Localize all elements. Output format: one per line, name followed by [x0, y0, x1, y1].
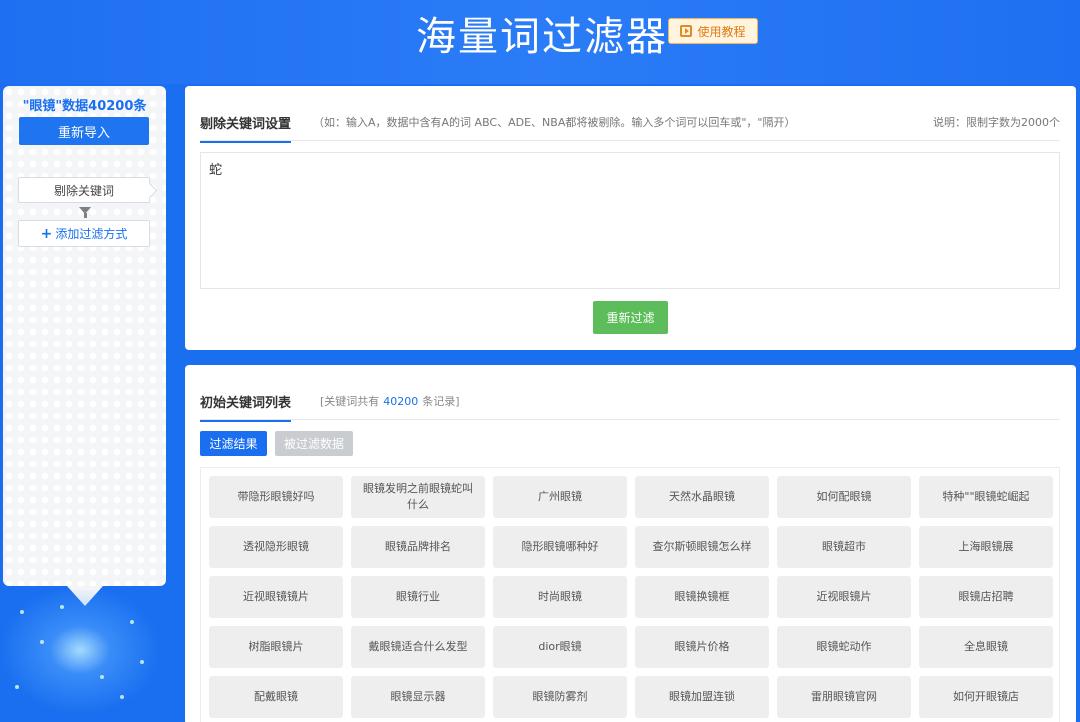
count-suffix: 条记录]: [422, 395, 460, 408]
keyword-grid-container: 带隐形眼镜好吗 眼镜发明之前眼镜蛇叫什么 广州眼镜 天然水晶眼镜 如何配眼镜 特种""眼镜…: [200, 467, 1060, 722]
panel-hint: （如：输入A，数据中含有A的词 ABC、ADE、NBA都将被剔除。输入多个词可以…: [313, 116, 796, 129]
filter-step-remove-keywords[interactable]: 剔除关键词: [18, 177, 150, 203]
keyword-item[interactable]: 时尚眼镜: [493, 576, 627, 618]
keyword-item[interactable]: 近视眼镜片: [777, 576, 911, 618]
decorative-glow: [0, 590, 170, 722]
panel-title: 初始关键词列表: [200, 392, 292, 422]
keyword-item[interactable]: dior眼镜: [493, 626, 627, 668]
keyword-item[interactable]: 戴眼镜适合什么发型: [351, 626, 485, 668]
keyword-item[interactable]: 上海眼镜展: [919, 526, 1053, 568]
tutorial-button[interactable]: 使用教程: [668, 18, 758, 44]
keyword-item[interactable]: 眼镜换镜框: [635, 576, 769, 618]
keyword-item[interactable]: 透视隐形眼镜: [209, 526, 343, 568]
count-prefix: [关键词共有: [320, 395, 380, 408]
data-count-label: "眼镜"数据40200条: [22, 99, 147, 114]
video-icon: [680, 25, 693, 37]
keyword-item[interactable]: 全息眼镜: [919, 626, 1053, 668]
panel-header: 初始关键词列表 [关键词共有 40200 条记录]: [200, 390, 1060, 422]
keyword-item[interactable]: 特种""眼镜蛇崛起: [919, 476, 1053, 518]
sidebar: "眼镜"数据40200条 重新导入 剔除关键词 + 添加过滤方式: [3, 86, 166, 606]
remove-keyword-input[interactable]: [200, 152, 1060, 289]
tab-filtered-data[interactable]: 被过滤数据: [275, 431, 353, 456]
remove-keyword-panel: 剔除关键词设置 （如：输入A，数据中含有A的词 ABC、ADE、NBA都将被剔除…: [185, 86, 1076, 350]
app-header: 海量词过滤器 使用教程: [0, 0, 1080, 84]
tutorial-label: 使用教程: [697, 24, 746, 39]
tab-filter-result[interactable]: 过滤结果: [200, 431, 267, 456]
add-filter-button[interactable]: + 添加过滤方式: [18, 220, 150, 247]
keyword-item[interactable]: 眼镜加盟连锁: [635, 676, 769, 718]
plus-icon: +: [40, 225, 53, 242]
filter-step-label: 剔除关键词: [53, 183, 114, 198]
keyword-item[interactable]: 眼镜品牌排名: [351, 526, 485, 568]
keyword-item[interactable]: 近视眼镜镜片: [209, 576, 343, 618]
keyword-item[interactable]: 眼镜发明之前眼镜蛇叫什么: [351, 476, 485, 518]
add-filter-label: 添加过滤方式: [55, 227, 128, 241]
keyword-count: [关键词共有 40200 条记录]: [320, 393, 460, 409]
panel-title: 剔除关键词设置: [200, 113, 292, 143]
keyword-item[interactable]: 眼镜片价格: [635, 626, 769, 668]
refilter-button[interactable]: 重新过滤: [593, 301, 668, 334]
keyword-item[interactable]: 如何配眼镜: [777, 476, 911, 518]
funnel-icon: [79, 207, 91, 218]
page-title: 海量词过滤器: [416, 14, 668, 60]
keyword-list-panel: 初始关键词列表 [关键词共有 40200 条记录] 过滤结果 被过滤数据 带隐形眼镜…: [185, 365, 1076, 722]
keyword-item[interactable]: 树脂眼镜片: [209, 626, 343, 668]
keyword-item[interactable]: 查尔斯顿眼镜怎么样: [635, 526, 769, 568]
keyword-item[interactable]: 眼镜店招聘: [919, 576, 1053, 618]
keyword-item[interactable]: 眼镜行业: [351, 576, 485, 618]
count-value: 40200: [383, 395, 419, 408]
keyword-item[interactable]: 雷朋眼镜官网: [777, 676, 911, 718]
char-limit-note: 说明：限制字数为2000个: [933, 116, 1060, 129]
panel-header: 剔除关键词设置 （如：输入A，数据中含有A的词 ABC、ADE、NBA都将被剔除…: [200, 111, 1060, 143]
keyword-item[interactable]: 配戴眼镜: [209, 676, 343, 718]
keyword-grid: 带隐形眼镜好吗 眼镜发明之前眼镜蛇叫什么 广州眼镜 天然水晶眼镜 如何配眼镜 特种""眼镜…: [209, 476, 1053, 718]
keyword-item[interactable]: 隐形眼镜哪种好: [493, 526, 627, 568]
keyword-item[interactable]: 眼镜超市: [777, 526, 911, 568]
keyword-item[interactable]: 广州眼镜: [493, 476, 627, 518]
reimport-button[interactable]: 重新导入: [19, 117, 149, 145]
keyword-item[interactable]: 眼镜蛇动作: [777, 626, 911, 668]
keyword-item[interactable]: 眼镜显示器: [351, 676, 485, 718]
keyword-item[interactable]: 如何开眼镜店: [919, 676, 1053, 718]
keyword-item[interactable]: 眼镜防雾剂: [493, 676, 627, 718]
keyword-item[interactable]: 带隐形眼镜好吗: [209, 476, 343, 518]
keyword-item[interactable]: 天然水晶眼镜: [635, 476, 769, 518]
